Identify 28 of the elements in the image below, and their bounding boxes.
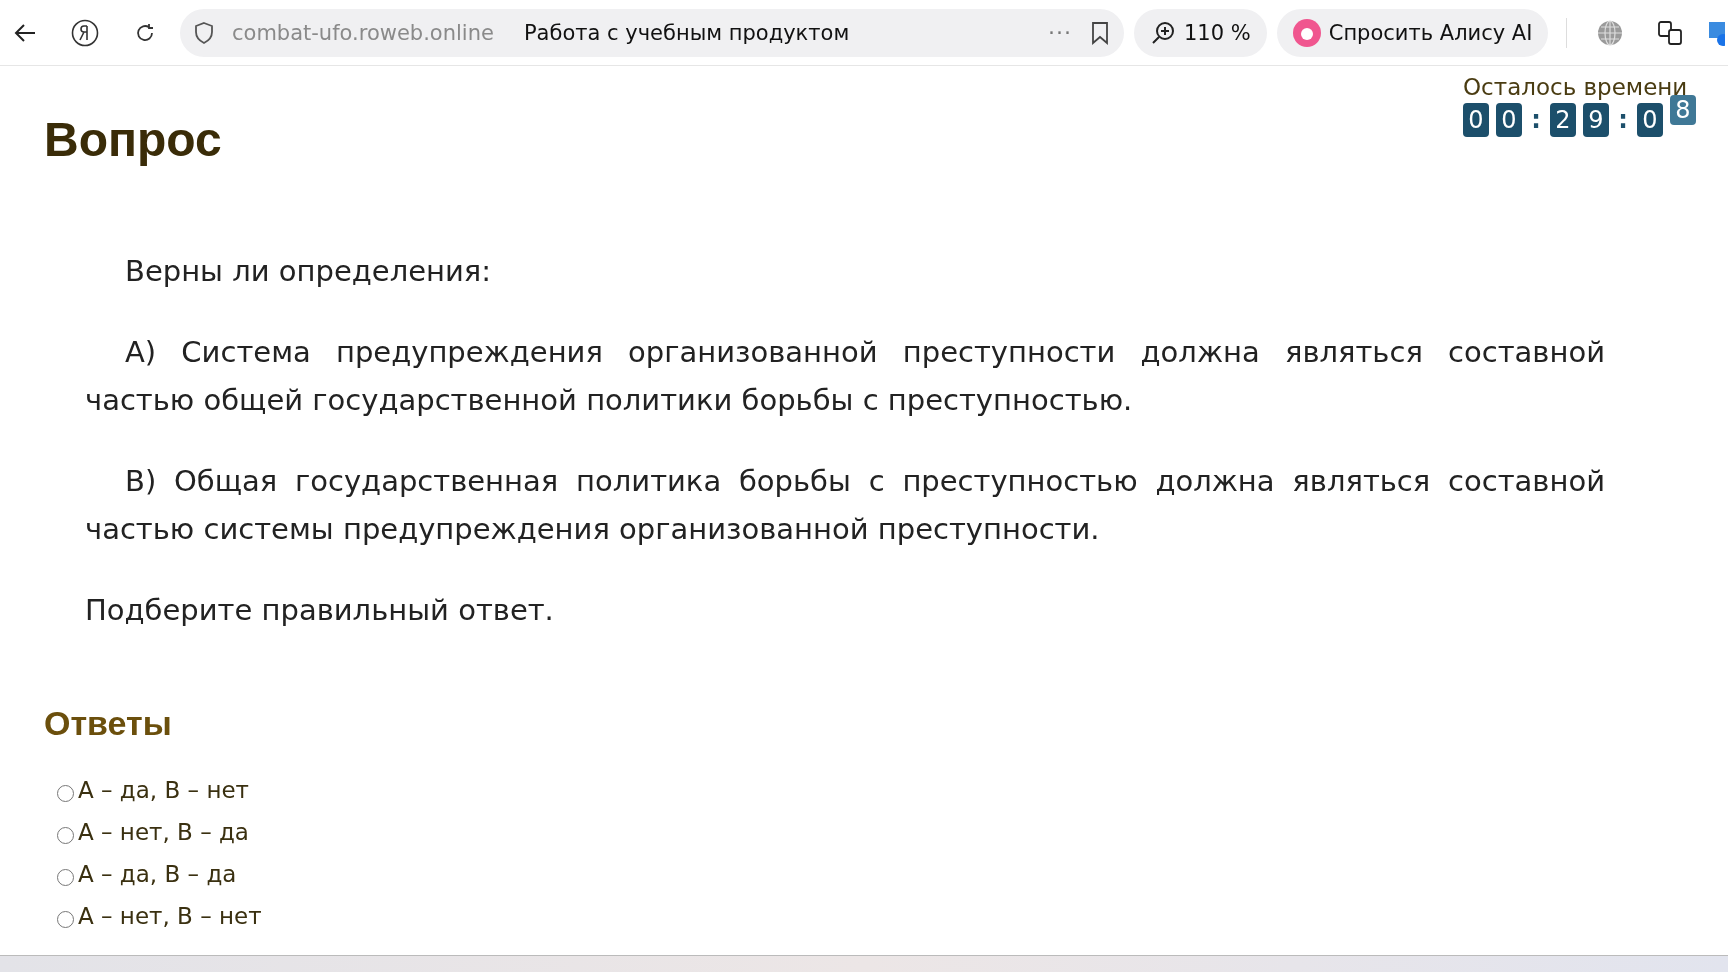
timer-colon: : <box>1530 105 1542 136</box>
answer-label[interactable]: А – да, В – нет <box>78 777 249 803</box>
answer-label[interactable]: А – да, В – да <box>78 861 237 887</box>
bookmark-icon[interactable] <box>1090 20 1110 45</box>
timer-digit: 9 <box>1583 103 1609 137</box>
ring-icon <box>1292 18 1321 47</box>
timer-colon: : <box>1617 105 1629 136</box>
timer-digit: 0 <box>1463 103 1489 137</box>
answer-label[interactable]: А – нет, В – да <box>78 819 249 845</box>
timer-digit: 2 <box>1550 103 1576 137</box>
assistant-button[interactable]: Спросить Алису AI <box>1276 8 1549 57</box>
timer-digit: 8 <box>1670 95 1696 125</box>
page-title: Работа с учебным продуктом <box>523 20 851 45</box>
question-text: А) Система предупреждения организованной преступности должна являться составной частью общей государственной политики борьбы с преступностью. <box>85 334 1605 419</box>
question-heading: Вопрос <box>44 112 222 167</box>
question-text: Подберите правильный ответ. <box>85 592 555 629</box>
answer-label[interactable]: А – нет, В – нет <box>78 903 262 929</box>
zoom-button[interactable]: 110 % <box>1134 8 1267 57</box>
address-bar[interactable]: combat-ufo.roweb.online Работа с учебным продуктом ··· <box>180 8 1124 57</box>
url-text: combat-ufo.roweb.online <box>232 20 494 45</box>
timer-digit: 0 <box>1496 103 1522 137</box>
menu-dots[interactable]: ··· <box>1048 20 1072 45</box>
question-text: В) Общая государственная политика борьбы с преступностью должна являться составной частью системы предупреждения организованной преступности. <box>85 463 1605 548</box>
zoom-in-icon <box>1150 19 1176 46</box>
timer-digit: 0 <box>1637 103 1663 137</box>
answers-heading: Ответы <box>44 704 173 743</box>
shield-icon <box>194 20 214 45</box>
question-text: Верны ли определения: <box>124 253 493 290</box>
